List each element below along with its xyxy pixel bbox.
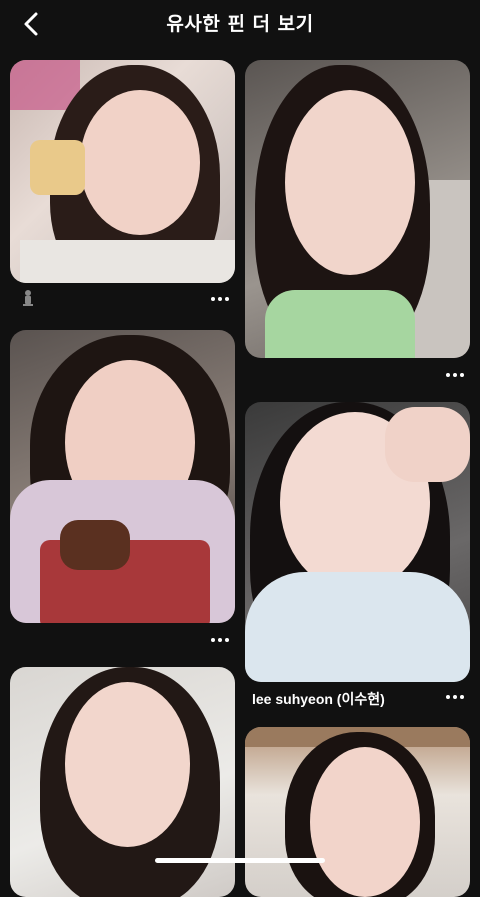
pin-image-2[interactable] — [245, 60, 470, 358]
more-dot-icon — [453, 373, 457, 377]
more-dot-icon — [211, 297, 215, 301]
more-dot-icon — [460, 373, 464, 377]
more-dot-icon — [218, 638, 222, 642]
pin-1-more-button[interactable] — [207, 292, 233, 306]
header-bar: 유사한 핀 더 보기 — [0, 0, 480, 50]
pin-2-more-button[interactable] — [442, 368, 468, 382]
more-dot-icon — [211, 638, 215, 642]
more-dot-icon — [446, 695, 450, 699]
pin-image-3[interactable] — [10, 330, 235, 623]
home-indicator[interactable] — [155, 858, 325, 863]
more-dot-icon — [218, 297, 222, 301]
more-dot-icon — [225, 638, 229, 642]
pin-4-caption[interactable]: lee suhyeon (이수현) — [252, 689, 385, 709]
more-dot-icon — [453, 695, 457, 699]
more-dot-icon — [225, 297, 229, 301]
more-dot-icon — [460, 695, 464, 699]
attribution-icon — [23, 290, 33, 306]
page-title: 유사한 핀 더 보기 — [166, 13, 314, 35]
pin-4-more-button[interactable] — [442, 690, 468, 704]
pin-image-6[interactable] — [245, 727, 470, 897]
pin-image-1[interactable] — [10, 60, 235, 283]
pin-3-more-button[interactable] — [207, 633, 233, 647]
pin-image-4[interactable] — [245, 402, 470, 682]
more-dot-icon — [446, 373, 450, 377]
